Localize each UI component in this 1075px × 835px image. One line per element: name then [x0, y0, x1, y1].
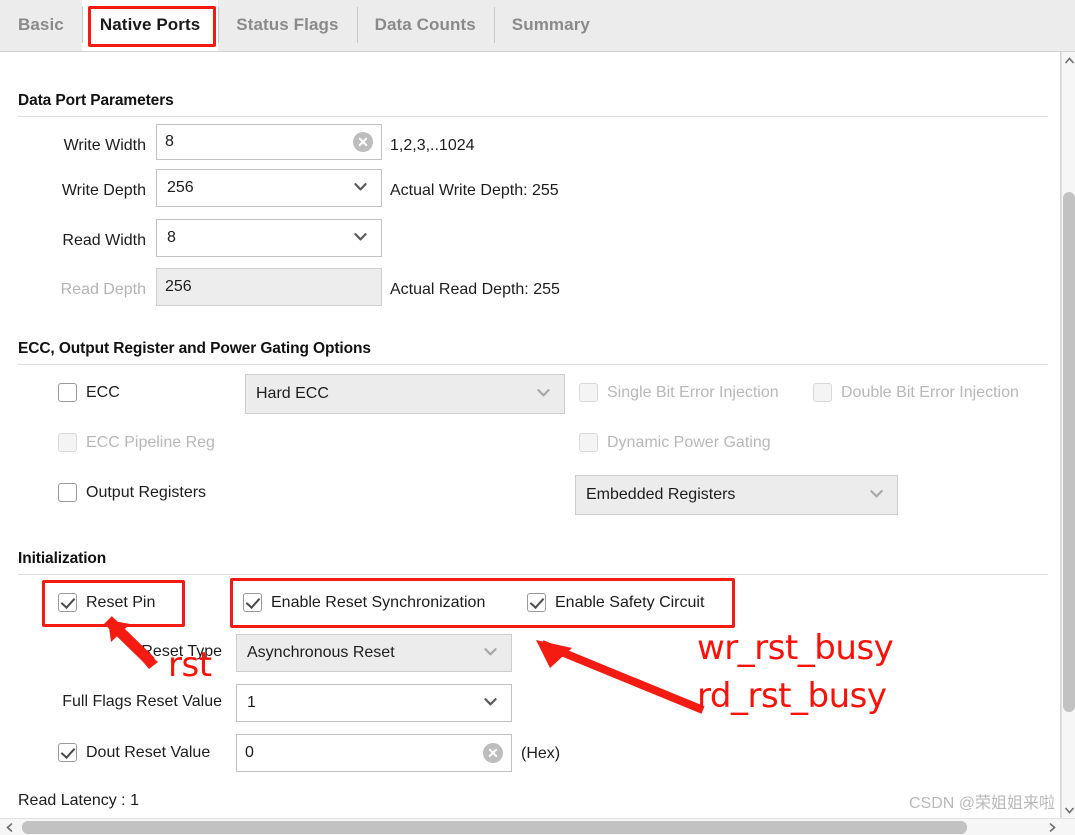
checkbox-label: Output Registers: [86, 483, 207, 501]
horizontal-scrollbar-thumb[interactable]: [22, 821, 967, 834]
checkbox-label: Dynamic Power Gating: [607, 433, 771, 451]
write-depth-select[interactable]: 256: [156, 169, 382, 207]
checkbox-box: [58, 483, 77, 502]
checkbox-double-bit-error-injection: Double Bit Error Injection: [813, 383, 1019, 402]
ecc-mode-select: Hard ECC: [245, 374, 565, 414]
tab-label: Basic: [18, 15, 64, 34]
reset-type-value: Asynchronous Reset: [247, 644, 395, 661]
tab-native-ports[interactable]: Native Ports: [81, 0, 219, 51]
checkbox-box: [527, 593, 546, 612]
label-write-width: Write Width: [63, 137, 146, 154]
tab-status-flags[interactable]: Status Flags: [218, 0, 357, 51]
section-divider: [18, 116, 1048, 117]
label-write-depth: Write Depth: [61, 182, 146, 199]
ecc-mode-value: Hard ECC: [256, 385, 329, 402]
label-read-depth: Read Depth: [60, 281, 146, 298]
tab-bar: Basic Native Ports Status Flags Data Cou…: [0, 0, 1075, 52]
read-latency-text: Read Latency : 1: [18, 792, 139, 809]
tab-label: Summary: [511, 15, 590, 34]
label-full-flags-reset-value: Full Flags Reset Value: [62, 693, 222, 710]
checkbox-label: ECC Pipeline Reg: [86, 433, 215, 451]
annotation-text-rst: rst: [168, 645, 212, 685]
ip-configuration-window: Basic Native Ports Status Flags Data Cou…: [0, 0, 1075, 835]
read-width-select[interactable]: 8: [156, 219, 382, 257]
register-mode-select: Embedded Registers: [575, 475, 898, 515]
read-width-value: 8: [167, 229, 176, 246]
checkbox-box: [579, 383, 598, 402]
full-flags-reset-value-select[interactable]: 1: [236, 684, 512, 722]
section-divider: [18, 364, 1048, 365]
checkbox-label: Double Bit Error Injection: [841, 383, 1019, 401]
checkbox-label: Reset Pin: [86, 593, 156, 611]
checkbox-enable-safety-circuit[interactable]: Enable Safety Circuit: [527, 593, 704, 612]
checkbox-box: [58, 433, 77, 452]
checkbox-box: [579, 433, 598, 452]
dout-reset-value-input[interactable]: 0: [236, 734, 512, 772]
hint-write-depth: Actual Write Depth: 255: [390, 182, 559, 199]
section-title-initialization: Initialization: [18, 550, 107, 567]
chevron-down-icon: [484, 645, 497, 658]
tab-label: Status Flags: [236, 15, 339, 34]
checkbox-label: Enable Reset Synchronization: [271, 593, 486, 611]
section-divider: [18, 574, 1048, 575]
checkbox-single-bit-error-injection: Single Bit Error Injection: [579, 383, 779, 402]
native-ports-panel: Data Port Parameters Write Width 8 1,2,3…: [0, 52, 1061, 818]
checkbox-reset-pin[interactable]: Reset Pin: [58, 593, 155, 612]
checkbox-enable-reset-synchronization[interactable]: Enable Reset Synchronization: [243, 593, 485, 612]
write-width-value: 8: [165, 133, 174, 150]
checkbox-box: [813, 383, 832, 402]
checkbox-output-registers[interactable]: Output Registers: [58, 483, 206, 502]
chevron-down-icon: [484, 695, 497, 708]
tab-label: Data Counts: [374, 15, 476, 34]
section-title-data-port-parameters: Data Port Parameters: [18, 92, 174, 109]
hint-read-depth: Actual Read Depth: 255: [390, 281, 560, 298]
checkbox-box: [58, 383, 77, 402]
checkbox-box: [58, 743, 77, 762]
vertical-scrollbar[interactable]: [1061, 52, 1075, 818]
watermark: CSDN @荣姐姐来啦: [908, 795, 1055, 812]
checkbox-dout-reset-value[interactable]: Dout Reset Value: [58, 743, 210, 762]
tab-summary[interactable]: Summary: [493, 0, 608, 51]
write-depth-value: 256: [167, 179, 194, 196]
chevron-down-icon: [870, 487, 883, 500]
checkbox-box: [243, 593, 262, 612]
checkbox-dynamic-power-gating: Dynamic Power Gating: [579, 433, 771, 452]
scroll-left-icon[interactable]: [0, 819, 18, 835]
chevron-down-icon: [537, 386, 550, 399]
dout-reset-value: 0: [245, 744, 254, 761]
label-hex-suffix: (Hex): [521, 745, 561, 762]
read-depth-value: 256: [165, 278, 192, 295]
tab-label: Native Ports: [99, 15, 201, 34]
checkbox-box: [58, 593, 77, 612]
checkbox-ecc[interactable]: ECC: [58, 383, 120, 402]
annotation-text-wr-rst-busy: wr_rst_busy: [697, 628, 894, 668]
section-title-ecc: ECC, Output Register and Power Gating Op…: [18, 340, 371, 357]
write-width-input[interactable]: 8: [156, 124, 382, 160]
clear-icon[interactable]: [483, 743, 503, 763]
chevron-down-icon: [354, 230, 367, 243]
checkbox-label: Dout Reset Value: [86, 743, 211, 761]
vertical-scrollbar-thumb[interactable]: [1063, 192, 1075, 712]
reset-type-select: Asynchronous Reset: [236, 634, 512, 672]
scroll-down-icon[interactable]: [1062, 802, 1075, 818]
annotation-text-rd-rst-busy: rd_rst_busy: [697, 676, 887, 716]
scroll-up-icon[interactable]: [1062, 52, 1075, 68]
clear-icon[interactable]: [353, 132, 373, 152]
checkbox-label: Enable Safety Circuit: [555, 593, 705, 611]
scroll-right-icon[interactable]: [1043, 819, 1061, 835]
tab-data-counts[interactable]: Data Counts: [356, 0, 494, 51]
label-read-width: Read Width: [62, 232, 146, 249]
checkbox-ecc-pipeline-reg: ECC Pipeline Reg: [58, 433, 215, 452]
full-flags-reset-value: 1: [247, 694, 256, 711]
read-depth-input: 256: [156, 268, 382, 306]
checkbox-label: Single Bit Error Injection: [607, 383, 779, 401]
register-mode-value: Embedded Registers: [586, 486, 736, 503]
checkbox-label: ECC: [86, 383, 120, 401]
hint-write-width: 1,2,3,..1024: [390, 137, 475, 154]
chevron-down-icon: [354, 180, 367, 193]
horizontal-scrollbar[interactable]: [0, 818, 1075, 835]
tab-basic[interactable]: Basic: [0, 0, 82, 51]
